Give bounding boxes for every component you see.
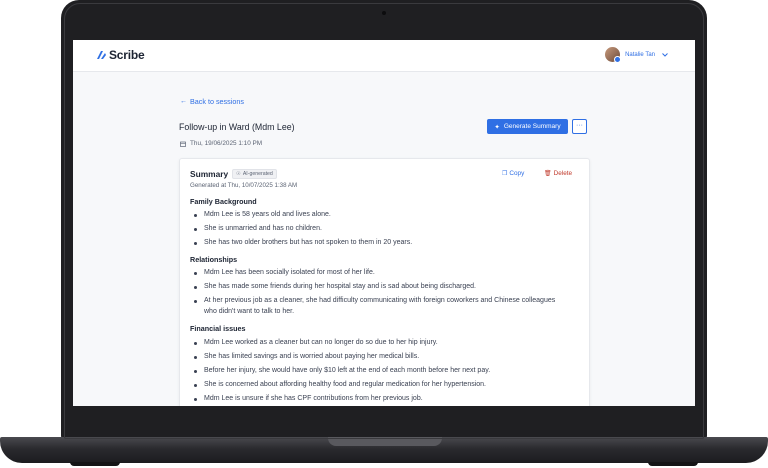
list-item: Mdm Lee has been socially isolated for m… xyxy=(194,268,564,279)
ai-generated-badge: ☉ AI-generated xyxy=(232,169,277,179)
back-link[interactable]: ← Back to sessions xyxy=(180,97,244,106)
laptop-notch xyxy=(328,437,442,446)
logo-text: Scribe xyxy=(109,48,145,62)
scribe-logo-icon xyxy=(97,51,106,59)
logo[interactable]: Scribe xyxy=(96,48,145,62)
list-item: Mdm Lee is 58 years old and lives alone. xyxy=(194,210,564,221)
more-options-button[interactable]: ··· xyxy=(572,119,587,134)
generate-summary-button[interactable]: ✦ Generate Summary xyxy=(487,119,568,134)
summary-card: Summary ☉ AI-generated ❐ Copy 🗑 Delete G… xyxy=(179,158,590,406)
generate-summary-label: Generate Summary xyxy=(503,123,561,130)
copy-button[interactable]: ❐ Copy xyxy=(502,170,524,177)
camera xyxy=(382,11,386,15)
session-date: Thu, 19/06/2025 1:10 PM xyxy=(180,140,262,147)
section-heading: Family Background xyxy=(190,197,257,206)
section-heading: Relationships xyxy=(190,255,238,264)
avatar xyxy=(605,47,622,63)
laptop-foot-left xyxy=(70,462,120,466)
section-list: Mdm Lee is 58 years old and lives alone.… xyxy=(180,210,564,249)
badge-label: AI-generated xyxy=(242,171,273,177)
top-bar: Scribe Natalie Tan xyxy=(73,40,695,72)
trash-icon: 🗑 xyxy=(544,171,552,177)
list-item: She has limited savings and is worried a… xyxy=(194,352,564,363)
page-title: Follow-up in Ward (Mdm Lee) xyxy=(179,122,295,132)
list-item: She has made some friends during her hos… xyxy=(194,282,564,293)
chevron-down-icon[interactable] xyxy=(661,51,669,59)
list-item: Mdm Lee worked as a cleaner but can no l… xyxy=(194,338,564,349)
list-item: Mdm Lee is unsure if she has CPF contrib… xyxy=(194,394,564,405)
list-item: She has two older brothers but has not s… xyxy=(194,238,564,249)
generated-at: Generated at Thu, 10/07/2025 1:38 AM xyxy=(190,182,298,189)
calendar-icon xyxy=(180,141,186,147)
list-item: She is concerned about affording healthy… xyxy=(194,380,564,391)
section-list: Mdm Lee worked as a cleaner but can no l… xyxy=(180,338,564,405)
user-menu[interactable]: Natalie Tan xyxy=(605,47,669,63)
list-item: Before her injury, she would have only $… xyxy=(194,366,564,377)
back-label: Back to sessions xyxy=(190,97,244,106)
list-item: At her previous job as a cleaner, she ha… xyxy=(194,296,564,317)
delete-button[interactable]: 🗑 Delete xyxy=(544,170,572,177)
summary-header: Summary ☉ AI-generated xyxy=(190,169,277,179)
arrow-left-icon: ← xyxy=(180,98,187,105)
laptop-foot-right xyxy=(648,462,698,466)
user-name: Natalie Tan xyxy=(625,51,655,58)
session-date-text: Thu, 19/06/2025 1:10 PM xyxy=(190,140,263,147)
magic-wand-icon: ✦ xyxy=(494,123,500,131)
app-screen: Scribe Natalie Tan ← Back to sessions Fo… xyxy=(73,40,695,406)
section-heading: Financial issues xyxy=(190,324,246,333)
summary-title: Summary xyxy=(190,169,229,179)
copy-icon: ❐ xyxy=(502,171,508,177)
section-list: Mdm Lee has been socially isolated for m… xyxy=(180,268,564,317)
delete-label: Delete xyxy=(553,170,573,177)
copy-label: Copy xyxy=(509,170,525,177)
sparkle-icon: ☉ xyxy=(236,171,241,177)
list-item: She is unmarried and has no children. xyxy=(194,224,564,235)
